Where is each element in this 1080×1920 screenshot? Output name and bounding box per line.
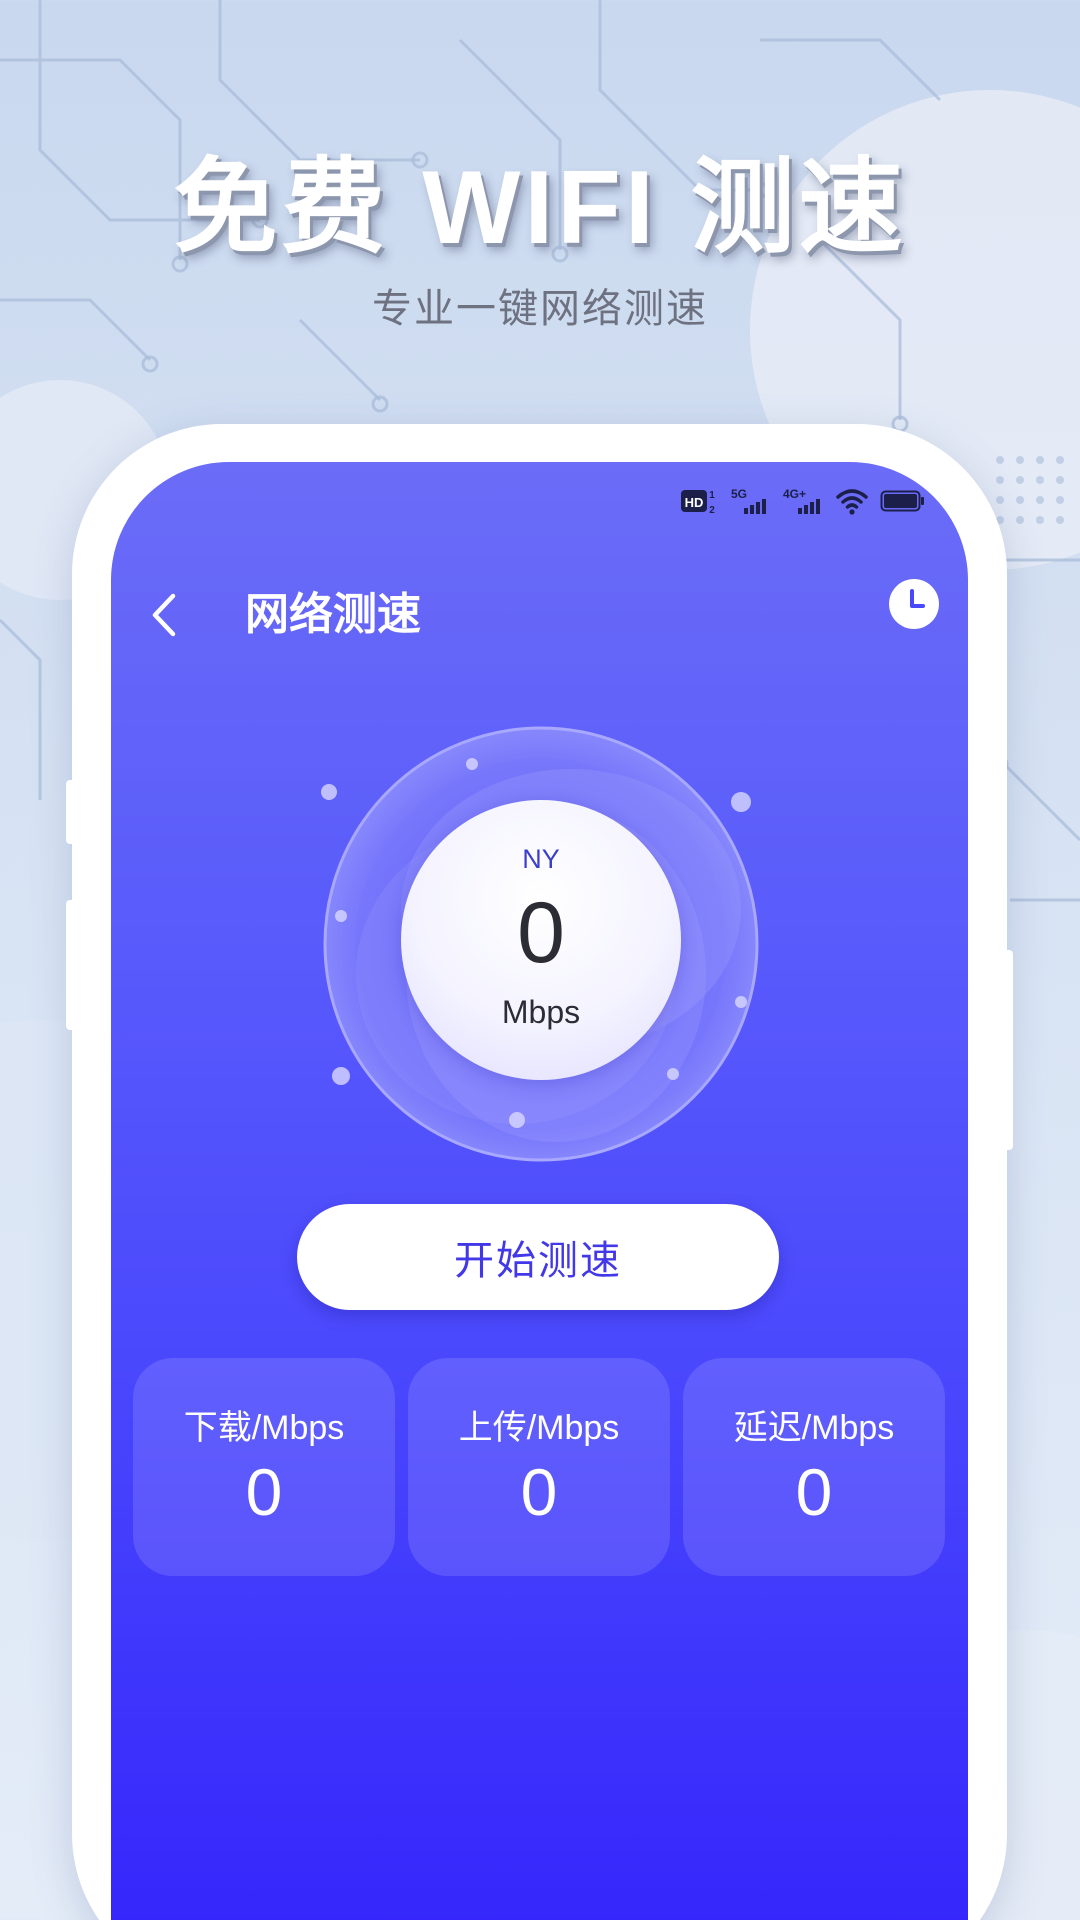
wifi-icon: [836, 487, 868, 515]
upload-value: 0: [520, 1455, 558, 1529]
5g-signal-icon: 5G: [730, 486, 770, 516]
download-label: 下载/Mbps: [183, 1409, 345, 1447]
chevron-left-icon[interactable]: [139, 580, 189, 650]
start-test-button[interactable]: 开始测速: [297, 1204, 779, 1310]
upload-label: 上传/Mbps: [458, 1409, 620, 1447]
promo-subtitle: 专业一键网络测速: [372, 287, 708, 331]
status-bar: HD 1 2 5G 4G+: [680, 484, 926, 518]
phone-side-button: [1003, 950, 1013, 1150]
phone-side-button: [66, 780, 76, 844]
svg-text:2: 2: [709, 505, 715, 516]
download-stat-card: 下载/Mbps 0: [133, 1358, 395, 1576]
clock-icon[interactable]: [888, 578, 940, 630]
gauge-value: 0: [517, 885, 565, 981]
phone-side-button: [66, 900, 76, 1030]
promo-title: 免费 WIFI 测速: [173, 150, 907, 266]
upload-stat-card: 上传/Mbps 0: [408, 1358, 670, 1576]
svg-text:5G: 5G: [731, 487, 747, 501]
screen-title: 网络测速: [245, 590, 421, 639]
app-screen: HD 1 2 5G 4G+ 网络测速 NY 0 Mbps 开始测速 下载/Mbp…: [111, 462, 968, 1920]
latency-stat-card: 延迟/Mbps 0: [683, 1358, 945, 1576]
download-value: 0: [245, 1455, 283, 1529]
svg-text:1: 1: [709, 490, 715, 501]
hd-signal-icon: HD 1 2: [680, 486, 718, 516]
svg-text:HD: HD: [685, 495, 704, 510]
4g-signal-icon: 4G+: [782, 486, 824, 516]
latency-label: 延迟/Mbps: [733, 1409, 895, 1447]
latency-value: 0: [795, 1455, 833, 1529]
gauge-label: NY: [522, 844, 560, 874]
svg-text:4G+: 4G+: [783, 487, 806, 501]
gauge-unit: Mbps: [501, 994, 581, 1030]
battery-icon: [880, 488, 926, 514]
